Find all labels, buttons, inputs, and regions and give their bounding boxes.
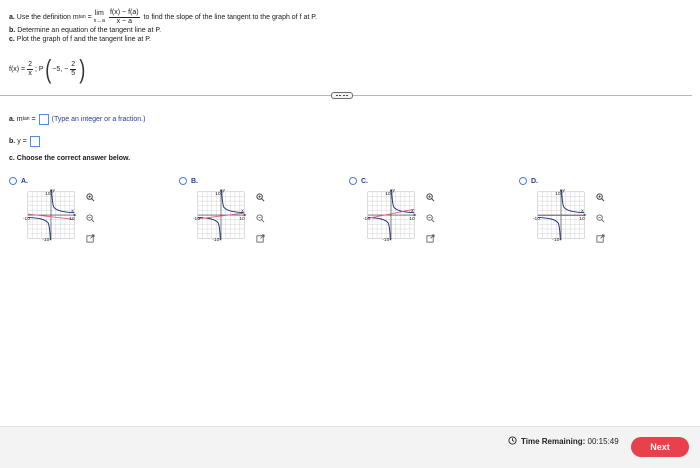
clock-icon [508, 436, 517, 447]
part-c-line: c. Plot the graph of f and the tangent l… [9, 35, 679, 44]
part-a-label: a. [9, 13, 15, 21]
option-b[interactable]: B. y x 10 -10 -10 10 [179, 176, 289, 266]
point-fraction: 25 [70, 60, 77, 78]
limit: lim x→a [94, 10, 105, 24]
fx-num: 2 [27, 60, 34, 70]
part-c-label: c. [9, 36, 15, 43]
radio-b[interactable] [179, 177, 187, 185]
x-max-label: 10 [69, 216, 75, 222]
y-min-label: -10 [42, 237, 49, 243]
frac-den: x − a [116, 17, 132, 25]
timer-value: 00:15:49 [587, 437, 619, 446]
radio-c[interactable] [349, 177, 357, 185]
zoom-in-icon[interactable] [255, 192, 265, 202]
answer-a-label: a. [9, 115, 15, 123]
zoom-in-icon[interactable] [595, 192, 605, 202]
footer-bar [0, 426, 700, 468]
zoom-out-icon[interactable] [595, 213, 605, 223]
tangent-equation-input[interactable] [29, 135, 40, 147]
radio-d[interactable] [519, 177, 527, 185]
point-num: 2 [70, 60, 77, 70]
zoom-in-icon[interactable] [85, 192, 95, 202]
x-min-label: -10 [23, 216, 30, 222]
part-b-line: b. Determine an equation of the tangent … [9, 26, 679, 35]
option-a-letter: A. [21, 177, 28, 185]
part-b-label: b. [9, 27, 16, 34]
answer-b-row: b. y = [9, 134, 145, 148]
point-den: 5 [71, 69, 76, 77]
y-min-label: -10 [552, 237, 559, 243]
part-a-line: a. Use the definition m tan = lim x→a f(x)… [9, 8, 679, 26]
part-a-eq: = [87, 13, 92, 21]
option-d-head[interactable]: D. [519, 176, 629, 186]
difference-quotient: f(x) − f(a) x − a [108, 8, 140, 26]
option-c-head[interactable]: C. [349, 176, 459, 186]
part-a-sub: tan [78, 14, 86, 20]
answer-a-row: a. m tan = (Type an integer or a fraction… [9, 112, 145, 126]
radio-a[interactable] [9, 177, 17, 185]
next-button[interactable]: Next [631, 437, 689, 457]
option-b-letter: B. [191, 177, 198, 185]
part-a-suffix: to find the slope of the line tangent to… [143, 13, 317, 21]
zoom-in-icon[interactable] [425, 192, 435, 202]
x-max-label: 10 [239, 216, 245, 222]
answer-b-label: b. [9, 137, 16, 145]
frac-num: f(x) − f(a) [108, 8, 140, 18]
part-a-prefix: Use the definition m [16, 13, 79, 21]
zoom-out-icon[interactable] [85, 213, 95, 223]
question-text: a. Use the definition m tan = lim x→a f(x)… [9, 8, 679, 84]
option-c-letter: C. [361, 177, 368, 185]
zoom-out-icon[interactable] [255, 213, 265, 223]
part-c-text: Plot the graph of f and the tangent line… [16, 36, 151, 43]
answer-a-sub: tan [22, 116, 30, 122]
zoom-out-icon[interactable] [425, 213, 435, 223]
graph-a: y x 10 -10 -10 10 [23, 188, 77, 243]
timer-label: Time Remaining: [521, 437, 586, 446]
option-d-letter: D. [531, 177, 538, 185]
open-paren: ( [44, 54, 51, 84]
y-min-label: -10 [212, 237, 219, 243]
function-definition: f(x) = 2x ; P ( −5, − 25 ) [9, 54, 679, 84]
y-max-label: 10 [555, 191, 561, 197]
lim-word: lim [94, 10, 104, 17]
x-max-label: 10 [579, 216, 585, 222]
time-remaining: Time Remaining: 00:15:49 [508, 436, 619, 447]
y-max-label: 10 [45, 191, 51, 197]
answer-b-text: y = [17, 137, 27, 145]
option-b-head[interactable]: B. [179, 176, 289, 186]
open-new-window-icon[interactable] [255, 233, 265, 243]
graph-b: y x 10 -10 -10 10 [193, 188, 247, 243]
y-max-label: 10 [215, 191, 221, 197]
y-max-label: 10 [385, 191, 391, 197]
fx-prefix: f(x) = [9, 65, 26, 73]
graph-d: y x 10 -10 -10 10 [533, 188, 587, 243]
answer-hint: (Type an integer or a fraction.) [51, 115, 146, 123]
fx-fraction: 2x [27, 60, 34, 78]
y-min-label: -10 [382, 237, 389, 243]
slope-input[interactable] [38, 113, 49, 125]
option-d[interactable]: D. y x 10 -10 -10 10 [519, 176, 629, 266]
open-new-window-icon[interactable] [595, 233, 605, 243]
point-x: −5, − [52, 65, 69, 73]
option-c[interactable]: C. y x 10 -10 -10 10 [349, 176, 459, 266]
lim-under: x→a [93, 18, 105, 24]
choose-prompt: c. Choose the correct answer below. [9, 155, 131, 162]
x-min-label: -10 [193, 216, 200, 222]
option-a-head[interactable]: A. [9, 176, 119, 186]
x-max-label: 10 [409, 216, 415, 222]
option-a[interactable]: A. y x 10 -10 -10 10 [9, 176, 119, 266]
close-paren: ) [79, 54, 86, 84]
answer-a-eq: = [31, 115, 36, 123]
fx-den: x [28, 69, 32, 77]
x-min-label: -10 [533, 216, 540, 222]
expand-button[interactable] [331, 92, 353, 99]
fx-sep: ; P [35, 65, 44, 73]
open-new-window-icon[interactable] [425, 233, 435, 243]
open-new-window-icon[interactable] [85, 233, 95, 243]
part-b-text: Determine an equation of the tangent lin… [17, 27, 162, 34]
answer-area: a. m tan = (Type an integer or a fraction… [9, 112, 145, 156]
x-min-label: -10 [363, 216, 370, 222]
graph-c: y x 10 -10 -10 10 [363, 188, 417, 243]
